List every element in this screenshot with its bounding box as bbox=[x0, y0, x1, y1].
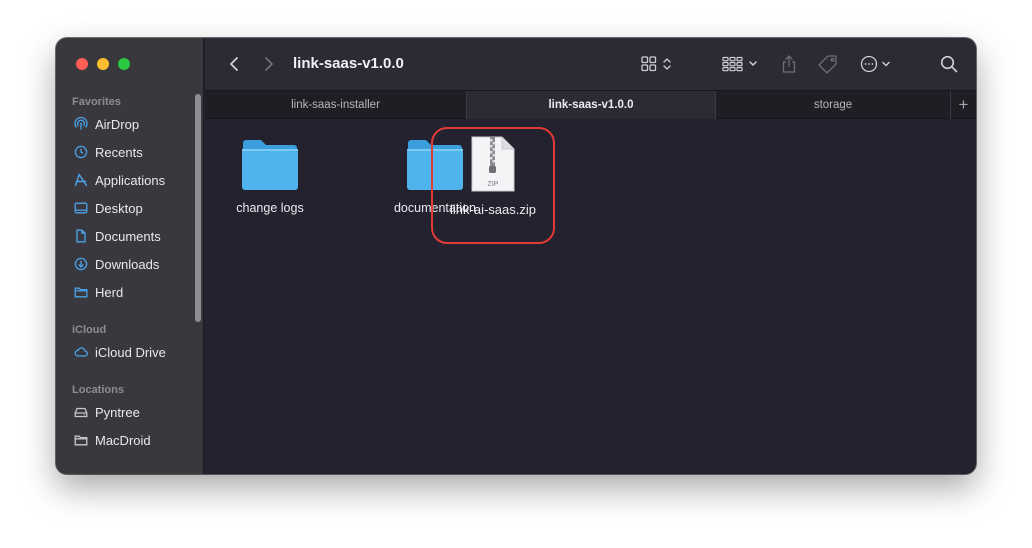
minimize-window-button[interactable] bbox=[97, 58, 109, 70]
sidebar-item-label: AirDrop bbox=[95, 116, 140, 132]
sidebar-item-downloads[interactable]: Downloads bbox=[74, 255, 159, 273]
file-name: change logs bbox=[236, 201, 304, 215]
tab-link-saas-v1[interactable]: link-saas-v1.0.0 bbox=[467, 91, 715, 119]
drive-icon bbox=[74, 405, 88, 419]
sidebar-item-herd[interactable]: Herd bbox=[74, 283, 123, 301]
sidebar-item-label: Applications bbox=[95, 172, 166, 188]
sidebar-item-desktop[interactable]: Desktop bbox=[74, 199, 143, 217]
icon-grid-icon bbox=[641, 56, 671, 72]
sidebar-section-locations: Locations bbox=[72, 384, 124, 396]
sidebar-item-label: iCloud Drive bbox=[95, 344, 166, 360]
folder-icon bbox=[74, 433, 88, 447]
close-window-button[interactable] bbox=[76, 58, 88, 70]
sidebar-item-documents[interactable]: Documents bbox=[74, 227, 161, 245]
folder-icon bbox=[242, 140, 298, 190]
file-grid: change logs documentation ZIP link-ai-sa… bbox=[205, 119, 976, 474]
more-actions-button[interactable] bbox=[859, 52, 899, 76]
group-grid-icon bbox=[722, 56, 757, 72]
tag-icon bbox=[818, 55, 837, 74]
view-mode-button[interactable] bbox=[641, 52, 677, 76]
sidebar-item-label: Downloads bbox=[95, 256, 160, 272]
forward-button[interactable] bbox=[260, 52, 278, 76]
sidebar-item-icloud-drive[interactable]: iCloud Drive bbox=[74, 343, 166, 361]
ellipsis-circle-icon bbox=[860, 55, 890, 73]
sidebar-scrollbar[interactable] bbox=[195, 94, 201, 322]
finder-window: Favorites AirDrop Recents Applications D… bbox=[56, 38, 976, 474]
sidebar-section-icloud: iCloud bbox=[72, 324, 107, 336]
sidebar-item-applications[interactable]: Applications bbox=[74, 171, 165, 189]
sidebar-item-label: Pyntree bbox=[95, 404, 140, 420]
document-icon bbox=[74, 229, 88, 243]
chevron-left-icon bbox=[230, 57, 238, 71]
sidebar-item-label: Desktop bbox=[95, 200, 143, 216]
search-button[interactable] bbox=[938, 52, 960, 76]
cloud-icon bbox=[74, 345, 88, 359]
sidebar-item-label: MacDroid bbox=[95, 432, 151, 448]
sidebar-item-recents[interactable]: Recents bbox=[74, 143, 143, 161]
toolbar: link-saas-v1.0.0 bbox=[205, 38, 976, 90]
desktop-icon bbox=[74, 201, 88, 215]
selection-highlight bbox=[431, 127, 555, 244]
tab-storage[interactable]: storage bbox=[716, 91, 950, 119]
group-by-button[interactable] bbox=[722, 52, 762, 76]
tab-link-saas-installer[interactable]: link-saas-installer bbox=[205, 91, 466, 119]
window-controls bbox=[76, 58, 130, 70]
tags-button[interactable] bbox=[816, 52, 840, 76]
sidebar-item-label: Herd bbox=[95, 284, 124, 300]
new-tab-button[interactable]: + bbox=[951, 91, 976, 119]
sidebar-item-label: Recents bbox=[95, 144, 143, 160]
window-title: link-saas-v1.0.0 bbox=[293, 55, 404, 72]
sidebar-item-airdrop[interactable]: AirDrop bbox=[74, 115, 139, 133]
sidebar-item-label: Documents bbox=[95, 228, 161, 244]
applications-icon bbox=[74, 173, 88, 187]
folder-icon bbox=[74, 285, 88, 299]
plus-icon: + bbox=[958, 95, 969, 114]
airdrop-icon bbox=[74, 117, 88, 131]
tab-bar: link-saas-installer link-saas-v1.0.0 sto… bbox=[205, 90, 976, 119]
share-icon bbox=[782, 55, 796, 73]
zoom-window-button[interactable] bbox=[118, 58, 130, 70]
sidebar: Favorites AirDrop Recents Applications D… bbox=[56, 38, 204, 474]
file-item-change-logs[interactable]: change logs bbox=[235, 139, 305, 215]
sidebar-item-macdroid[interactable]: MacDroid bbox=[74, 431, 151, 449]
clock-icon bbox=[74, 145, 88, 159]
download-icon bbox=[74, 257, 88, 271]
sidebar-section-favorites: Favorites bbox=[72, 96, 121, 108]
chevron-right-icon bbox=[265, 57, 273, 71]
back-button[interactable] bbox=[225, 52, 243, 76]
sidebar-item-pyntree[interactable]: Pyntree bbox=[74, 403, 140, 421]
share-button[interactable] bbox=[779, 52, 799, 76]
search-icon bbox=[940, 55, 958, 73]
